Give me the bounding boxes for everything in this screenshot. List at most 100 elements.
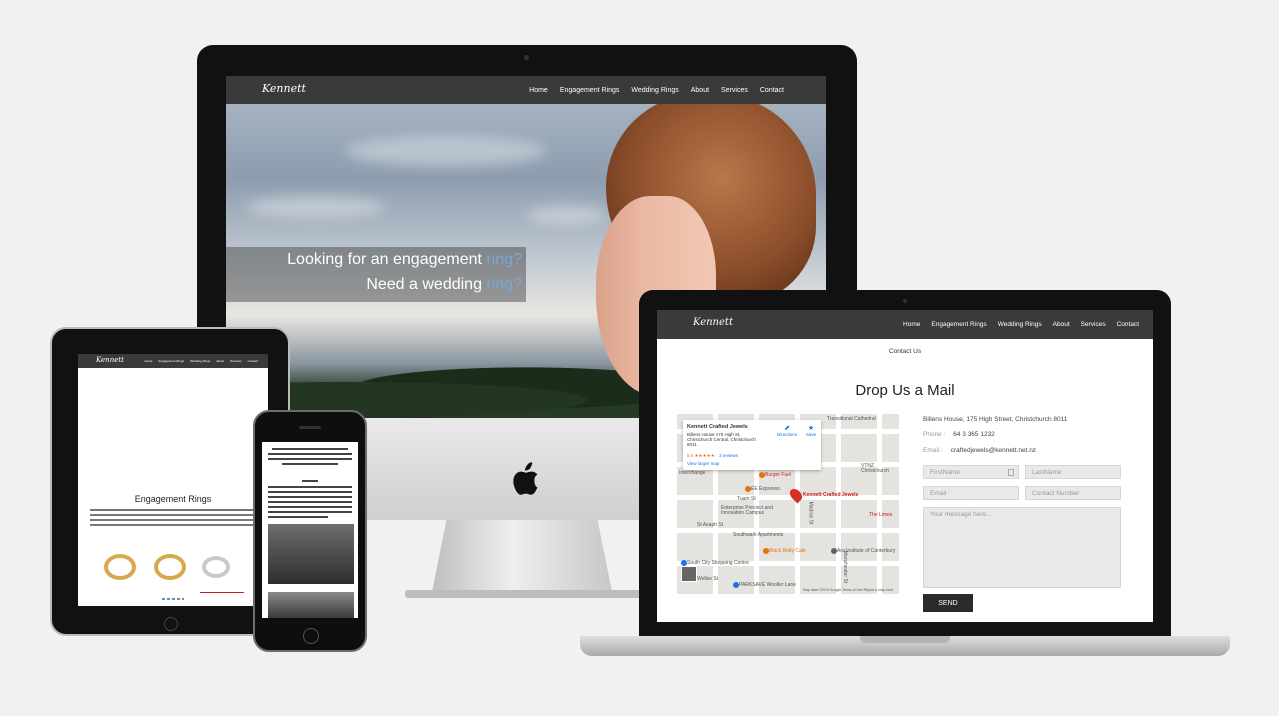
map-label: Tuam St [737,496,756,502]
map-satellite-toggle[interactable] [681,566,697,582]
laptop-nav-engagement-rings[interactable]: Engagement Rings [931,321,986,328]
school-icon[interactable] [831,548,837,554]
laptop-nav-contact[interactable]: Contact [1117,321,1139,328]
contact-email[interactable]: craftedjewels@kennett.net.nz [951,447,1036,454]
cafe-icon[interactable] [763,548,769,554]
ring-image-1[interactable] [104,554,136,580]
phone-text-line [268,501,352,503]
map-label: PARKSAVE Wooller Lane [739,582,796,588]
map-label: Kennett Crafted Jewels [803,492,859,498]
map-directions-label: Directions [776,432,797,437]
site-logo[interactable]: Kennett [262,82,306,95]
email-field[interactable]: Email [923,486,1019,500]
tablet-nav-about[interactable]: About [216,359,224,363]
laptop-nav-services[interactable]: Services [1081,321,1106,328]
tablet-nav-home[interactable]: Home [144,359,152,363]
phone-text-line [268,506,352,508]
map-label: Interchange [679,470,706,476]
contact-email-label: Email : [923,447,943,454]
map-directions-button[interactable]: ⬈ Directions [775,424,799,437]
first-name-field[interactable]: FirstName [923,465,1019,479]
tablet-text-line [90,509,256,511]
map-label: Transitional Cathedral [827,416,876,422]
autofill-icon[interactable] [1008,469,1014,476]
star-icon: ★ [807,425,815,432]
tablet-text-line [90,524,256,526]
phone-screen [262,442,358,618]
map-save-label: Save [805,432,817,437]
directions-icon: ⬈ [784,425,790,432]
parking-icon[interactable] [733,582,739,588]
nav-engagement-rings[interactable]: Engagement Rings [560,87,620,94]
ring-image-3[interactable] [202,556,230,578]
google-map[interactable]: Kennett Crafted Jewels Billens House 175… [677,414,899,594]
restaurant-icon[interactable] [759,472,765,478]
hero-line-1: Looking for an engagement ring? [287,251,522,269]
tablet-text-line [90,519,256,521]
hero-line-1-text: Looking for an engagement [287,251,482,268]
page-title: Drop Us a Mail [855,382,955,399]
apple-logo-icon [513,462,538,495]
contact-phone[interactable]: 64 3 365 1232 [953,431,995,438]
cloud [246,196,386,218]
tablet-nav-services[interactable]: Services [230,359,242,363]
map-attribution[interactable]: Map data ©2019 Google Terms of Use Repor… [803,588,893,592]
phone-text-line [268,458,352,460]
tablet-logo[interactable]: Kennett [96,356,124,364]
cloud [526,206,606,224]
laptop-nav-wedding-rings[interactable]: Wedding Rings [998,321,1042,328]
ring-underline [200,592,244,593]
send-button[interactable]: SEND [923,594,973,612]
map-marker-icon[interactable] [787,486,805,504]
map-view-larger-link[interactable]: View larger map [687,461,719,466]
phone-store-photo [268,524,354,584]
tablet-nav-engagement-rings[interactable]: Engagement Rings [158,359,184,363]
imac-foot [405,590,645,598]
first-name-placeholder: FirstName [930,469,960,476]
tablet-heading: Engagement Rings [134,494,212,504]
ring-image-2[interactable] [154,554,186,580]
hero-line-2-accent: ring? [486,276,522,293]
laptop-nav-about[interactable]: About [1053,321,1070,328]
contact-number-field[interactable]: Contact Number [1025,486,1121,500]
laptop-camera [903,299,907,303]
phone-subheading [302,480,318,482]
nav-wedding-rings[interactable]: Wedding Rings [631,87,678,94]
hero-banner: Looking for an engagement ring? Need a w… [226,247,526,302]
tablet-navbar: Kennett Home Engagement Rings Wedding Ri… [78,354,268,368]
carousel-dots[interactable] [162,598,184,600]
contact-phone-label: Phone : [923,431,946,438]
nav-menu: Home Engagement Rings Wedding Rings Abou… [529,76,784,104]
phone-text-line [272,448,348,450]
tablet-nav-contact[interactable]: Contact [248,359,258,363]
map-save-button[interactable]: ★ Save [803,424,819,437]
nav-services[interactable]: Services [721,87,748,94]
phone-text-line [282,463,338,465]
hero-line-1-accent: ring? [486,251,522,268]
contact-address: Billens House, 175 High Street, Christch… [923,416,1068,423]
phone-text-line [268,516,328,518]
tablet-text-line [90,514,256,516]
laptop-navbar: Kennett Home Engagement Rings Wedding Ri… [657,310,1153,339]
message-textarea[interactable]: Your message here... [923,507,1121,588]
map-reviews-link[interactable]: 3 reviews [719,453,738,458]
cafe-icon[interactable] [745,486,751,492]
tablet-screen: Kennett Home Engagement Rings Wedding Ri… [78,354,268,606]
laptop-notch [860,636,950,643]
nav-contact[interactable]: Contact [760,87,784,94]
breadcrumb[interactable]: Contact Us [657,348,1153,355]
phone-text-line [268,486,352,488]
contact-email-row: Email : craftedjewels@kennett.net.nz [923,447,1036,454]
last-name-field[interactable]: LastName [1025,465,1121,479]
map-label: Manchester St [842,550,849,584]
map-label: The Limes [869,512,893,518]
nav-about[interactable]: About [691,87,709,94]
laptop-logo[interactable]: Kennett [693,317,733,328]
tablet-nav-wedding-rings[interactable]: Wedding Rings [190,359,210,363]
nav-home[interactable]: Home [529,87,548,94]
contact-phone-row: Phone : 64 3 365 1232 [923,431,995,438]
phone-text-line [268,511,352,513]
imac-camera [524,55,529,60]
laptop-nav-home[interactable]: Home [903,321,920,328]
map-label: Madras St [807,501,814,525]
